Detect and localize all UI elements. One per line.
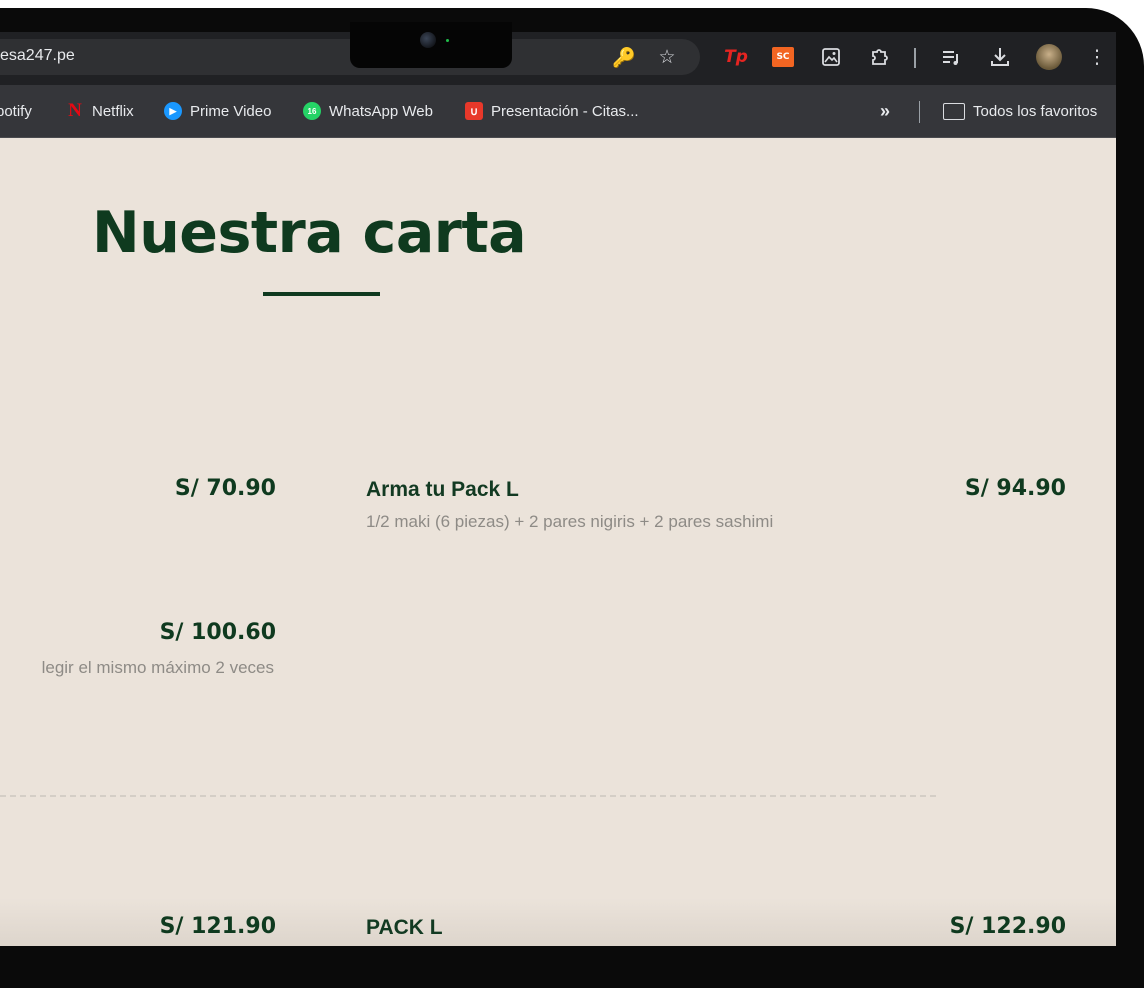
bookmark-label: Prime Video bbox=[190, 102, 272, 120]
bookmark-label: Netflix bbox=[92, 102, 134, 120]
profile-avatar[interactable] bbox=[1036, 44, 1062, 70]
image-extension-icon[interactable] bbox=[819, 45, 843, 69]
download-icon[interactable] bbox=[988, 45, 1012, 69]
page-title: Nuestra carta bbox=[92, 200, 527, 266]
sc-extension-icon[interactable]: SC bbox=[772, 47, 794, 67]
item-price: S/ 94.90 bbox=[964, 476, 1066, 501]
item-price: S/ 70.90 bbox=[174, 476, 276, 501]
folder-icon bbox=[943, 102, 965, 120]
bookmark-label: WhatsApp Web bbox=[329, 102, 433, 120]
bookmarks-bar: potify N Netflix ▶ Prime Video 16 WhatsA… bbox=[0, 85, 1116, 138]
extensions-puzzle-icon[interactable] bbox=[868, 45, 892, 69]
toolbar-separator bbox=[914, 48, 916, 68]
whatsapp-icon: 16 bbox=[303, 102, 321, 120]
item-price: S/ 100.60 bbox=[159, 620, 276, 645]
bookmarks-overflow-button[interactable]: » bbox=[880, 100, 890, 122]
item-name[interactable]: Arma tu Pack L bbox=[366, 478, 519, 502]
reading-list-icon[interactable] bbox=[939, 45, 963, 69]
screen: esa247.pe 🔑 ☆ Tp SC ⋮ potify N Netflix ▶ bbox=[0, 32, 1116, 946]
item-description: legir el mismo máximo 2 veces bbox=[41, 658, 274, 677]
bookmark-presentacion[interactable]: ∪ Presentación - Citas... bbox=[465, 100, 639, 122]
tp-extension-icon[interactable]: Tp bbox=[724, 45, 748, 69]
menu-page: Nuestra carta S/ 70.90 Arma tu Pack L 1/… bbox=[0, 138, 1116, 946]
bookmark-label: Presentación - Citas... bbox=[491, 102, 639, 120]
bookmark-spotify[interactable]: potify bbox=[0, 100, 32, 122]
more-menu-icon[interactable]: ⋮ bbox=[1085, 45, 1109, 69]
prime-video-icon: ▶ bbox=[164, 102, 182, 120]
bookmark-whatsapp-web[interactable]: 16 WhatsApp Web bbox=[303, 100, 433, 122]
item-description: 1/2 maki (6 piezas) + 2 pares nigiris + … bbox=[366, 512, 774, 531]
upc-icon: ∪ bbox=[465, 102, 483, 120]
key-icon[interactable]: 🔑 bbox=[612, 45, 636, 69]
url-text[interactable]: esa247.pe bbox=[0, 47, 75, 65]
section-divider bbox=[0, 795, 936, 797]
bookmark-label: potify bbox=[0, 102, 32, 120]
all-bookmarks-label: Todos los favoritos bbox=[973, 102, 1098, 120]
webcam-icon bbox=[420, 32, 436, 48]
bookmark-prime-video[interactable]: ▶ Prime Video bbox=[164, 100, 271, 122]
all-bookmarks-folder[interactable]: Todos los favoritos bbox=[943, 100, 1097, 122]
item-price: S/ 122.90 bbox=[949, 914, 1066, 939]
netflix-icon: N bbox=[68, 100, 82, 121]
bookmarks-separator bbox=[919, 101, 920, 123]
camera-notch bbox=[350, 22, 512, 68]
camera-indicator-light bbox=[446, 39, 449, 42]
bookmark-netflix[interactable]: N Netflix bbox=[66, 100, 134, 122]
item-name[interactable]: PACK L bbox=[366, 916, 443, 940]
browser-toolbar: esa247.pe 🔑 ☆ Tp SC ⋮ bbox=[0, 32, 1116, 85]
star-icon[interactable]: ☆ bbox=[655, 45, 679, 69]
title-underline bbox=[263, 292, 380, 296]
item-price: S/ 121.90 bbox=[159, 914, 276, 939]
